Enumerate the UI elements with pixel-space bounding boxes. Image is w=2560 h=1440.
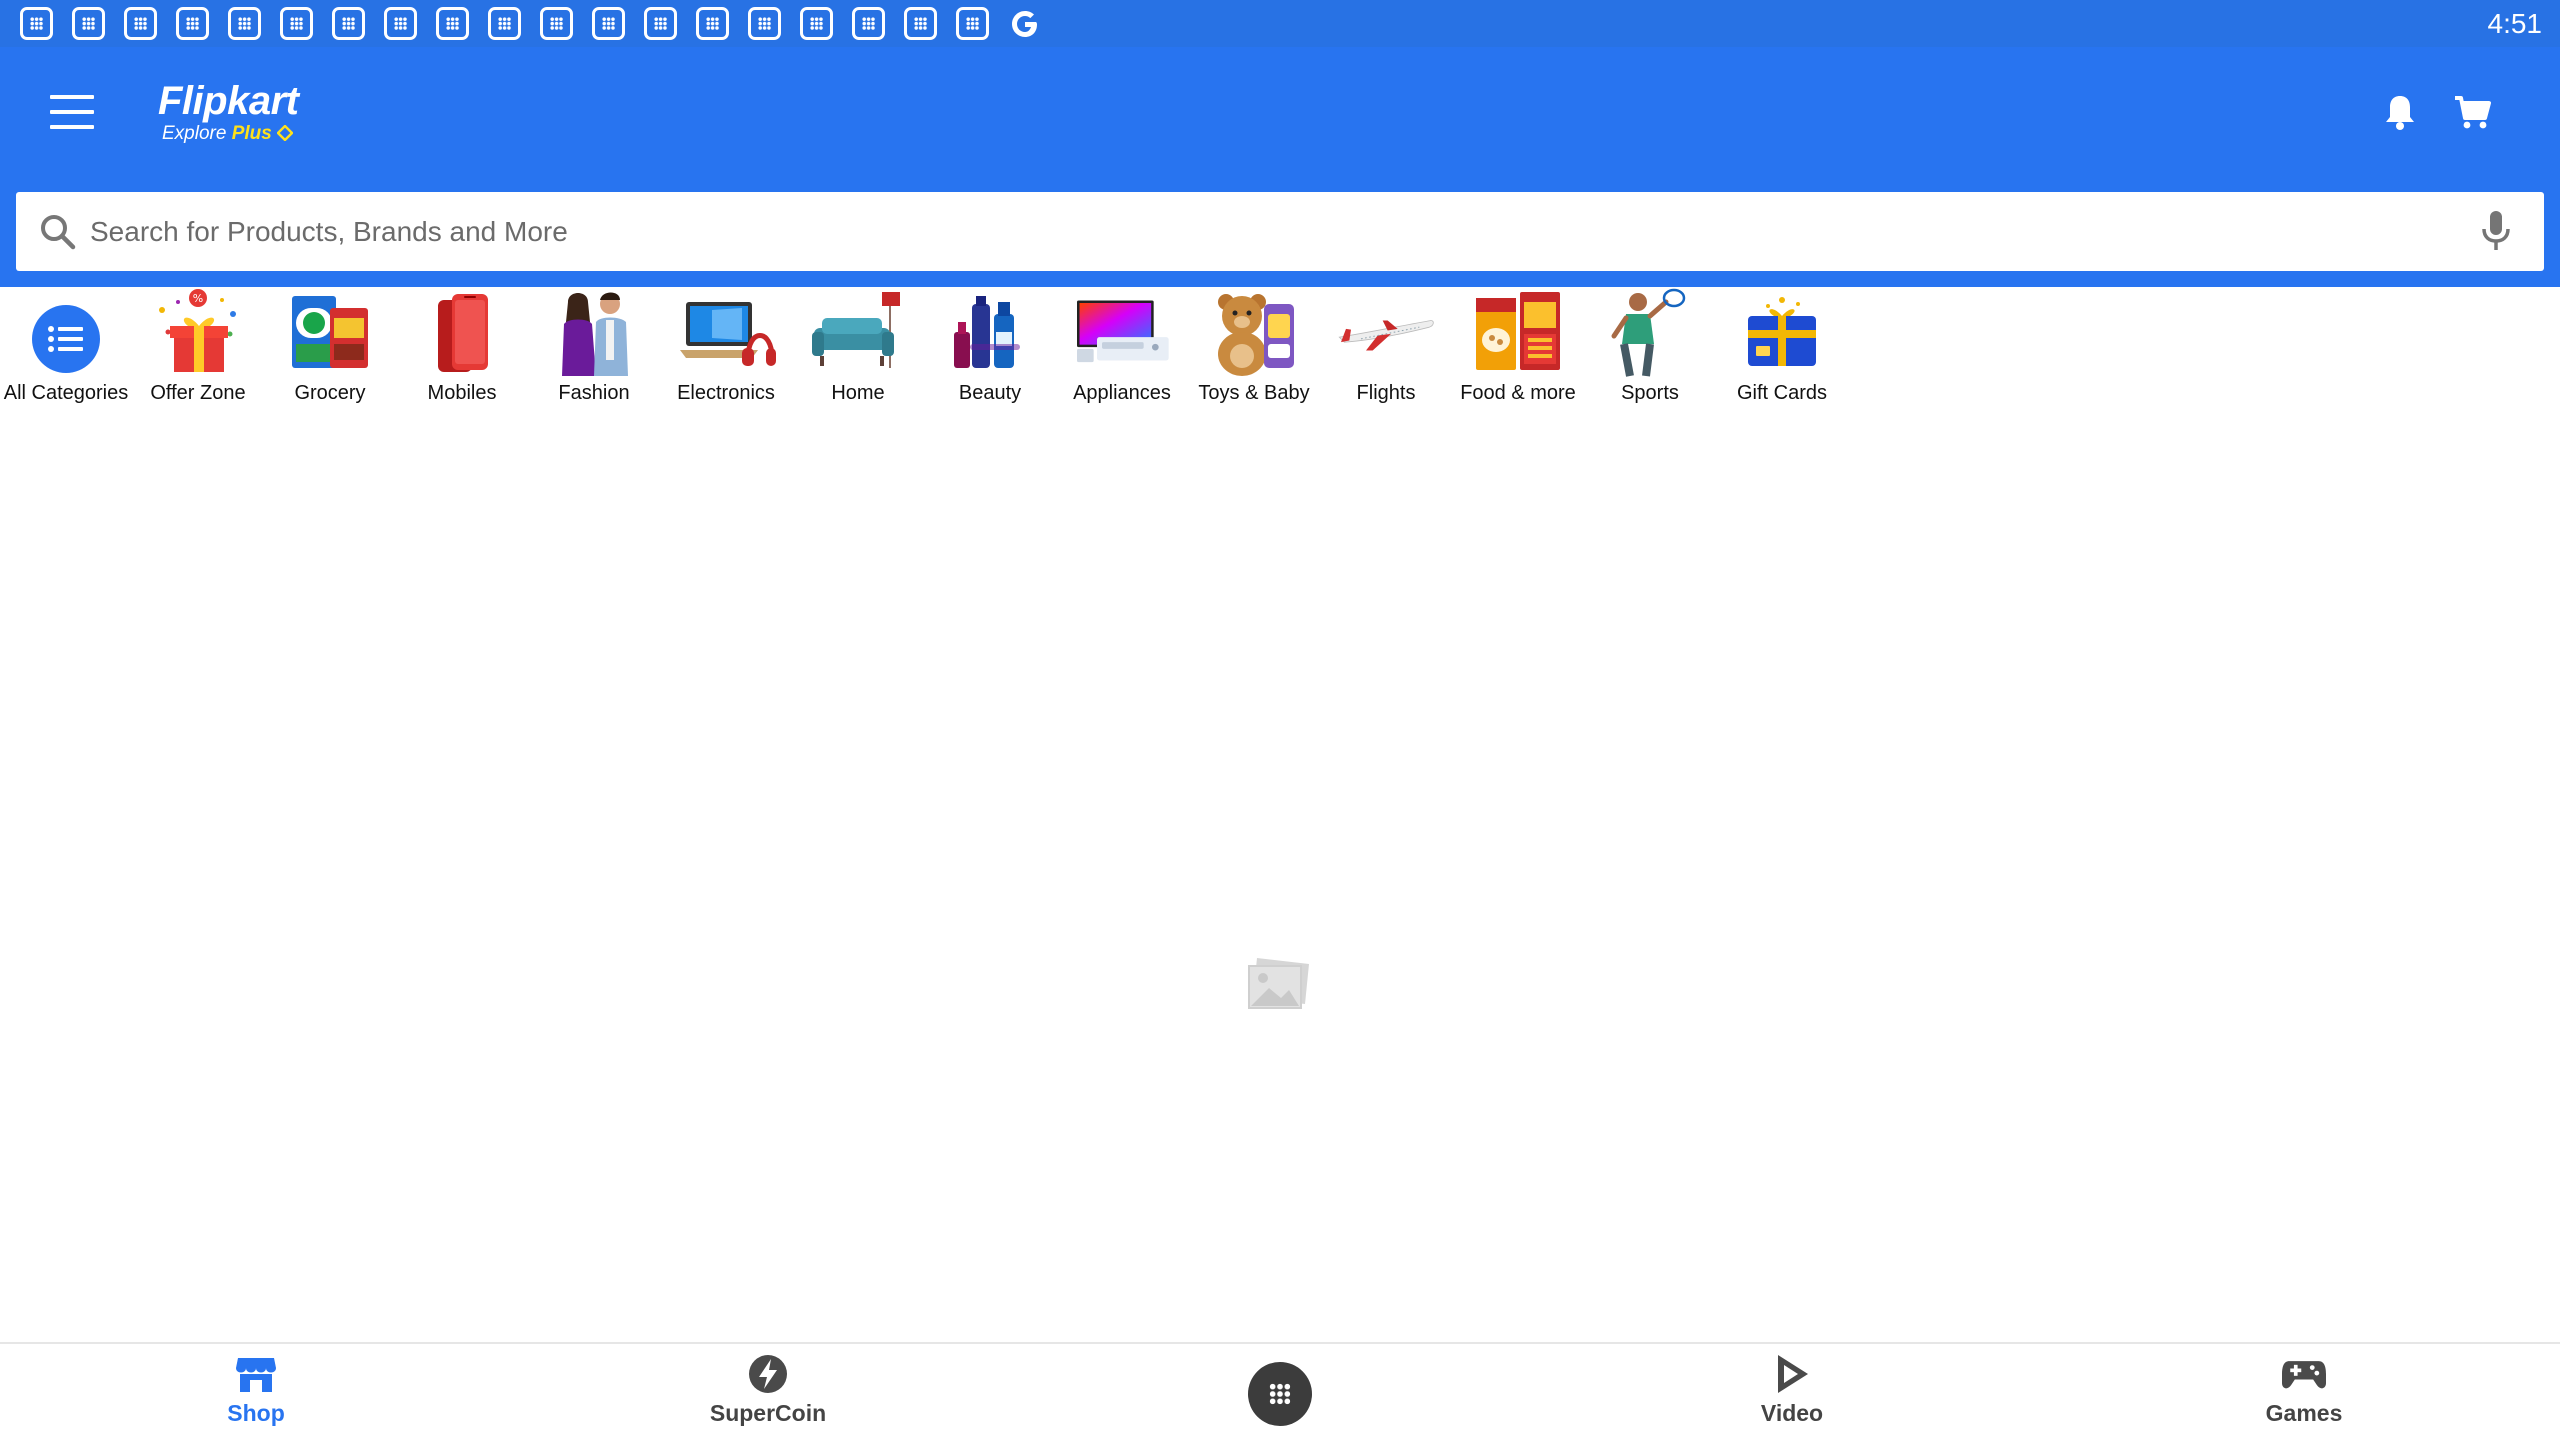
app-notification-icon [280, 7, 313, 40]
search-icon [41, 215, 76, 250]
category-appliances[interactable]: Appliances [1056, 288, 1188, 418]
app-notification-icon [176, 7, 209, 40]
bottom-navigation: Shop SuperCoin Video Games [0, 1342, 2560, 1440]
search-bar[interactable] [16, 192, 2544, 271]
teddy-bear-icon [1204, 288, 1304, 378]
sofa-icon [808, 288, 908, 378]
nav-shop[interactable]: Shop [156, 1354, 356, 1434]
category-fashion[interactable]: Fashion [528, 288, 660, 418]
category-flights[interactable]: Flights [1320, 288, 1452, 418]
app-notification-icon [228, 7, 261, 40]
search-input[interactable] [90, 192, 2430, 271]
category-sports[interactable]: Sports [1584, 288, 1716, 418]
food-packs-icon [1468, 288, 1568, 378]
nav-games[interactable]: Games [2204, 1354, 2404, 1434]
shop-icon [234, 1354, 278, 1394]
app-drawer-icon[interactable] [1248, 1362, 1312, 1426]
notification-bell-icon[interactable] [2382, 92, 2418, 132]
brand-name: Flipkart [158, 79, 299, 123]
nav-label: Games [2265, 1400, 2343, 1426]
category-label: Fashion [558, 382, 630, 404]
app-notification-icon [592, 7, 625, 40]
app-notification-icon [488, 7, 521, 40]
app-notification-icon [852, 7, 885, 40]
category-label: Home [831, 382, 885, 404]
google-g-icon [1008, 7, 1041, 40]
app-notification-icon [332, 7, 365, 40]
category-label: Appliances [1073, 382, 1171, 404]
category-food-more[interactable]: Food & more [1452, 288, 1584, 418]
nav-label: Shop [227, 1400, 285, 1426]
badminton-player-icon [1600, 288, 1700, 378]
category-label: Electronics [677, 382, 775, 404]
fashion-models-icon [544, 288, 644, 378]
grocery-icon [280, 288, 380, 378]
shopping-cart-icon[interactable] [2452, 92, 2492, 132]
nav-label: SuperCoin [709, 1400, 827, 1426]
brand-tagline-plus: Plus [231, 123, 272, 144]
app-notification-icon [644, 7, 677, 40]
app-notification-icon [904, 7, 937, 40]
nav-label: Video [1760, 1400, 1824, 1426]
app-notification-icon [20, 7, 53, 40]
tv-appliance-icon [1072, 288, 1172, 378]
app-notification-icon [384, 7, 417, 40]
category-toys-baby[interactable]: Toys & Baby [1188, 288, 1320, 418]
app-notification-icon [72, 7, 105, 40]
category-electronics[interactable]: Electronics [660, 288, 792, 418]
category-label: All Categories [3, 382, 129, 404]
category-label: Offer Zone [150, 382, 246, 404]
app-notification-icon [956, 7, 989, 40]
laptop-headphones-icon [676, 288, 776, 378]
category-label: Toys & Baby [1198, 382, 1310, 404]
category-grocery[interactable]: Grocery [264, 288, 396, 418]
app-header: Flipkart Explore Plus [0, 47, 2560, 287]
notification-icons [20, 7, 1041, 40]
brand-tagline: Explore Plus [162, 123, 298, 145]
app-notification-icon [124, 7, 157, 40]
microphone-icon[interactable] [2478, 209, 2514, 253]
category-label: Food & more [1460, 382, 1576, 404]
nav-video[interactable]: Video [1692, 1354, 1892, 1434]
category-mobiles[interactable]: Mobiles [396, 288, 528, 418]
hamburger-menu-icon[interactable] [50, 95, 94, 129]
app-notification-icon [436, 7, 469, 40]
category-label: Sports [1621, 382, 1679, 404]
category-offer-zone[interactable]: % Offer Zone [132, 288, 264, 418]
video-play-icon [1770, 1354, 1814, 1394]
category-label: Grocery [294, 382, 366, 404]
category-gift-cards[interactable]: Gift Cards [1716, 288, 1848, 418]
app-notification-icon [540, 7, 573, 40]
gift-card-icon [1732, 288, 1832, 378]
category-label: Beauty [958, 382, 1022, 404]
category-strip: All Categories % Offer Zone Grocery Mobi… [0, 288, 2560, 418]
airplane-icon [1336, 288, 1436, 378]
list-icon [16, 288, 116, 378]
main-content [0, 418, 2560, 1342]
plus-diamond-icon [276, 124, 294, 142]
category-label: Flights [1356, 382, 1416, 404]
brand-tagline-explore: Explore [162, 123, 227, 144]
image-placeholder-icon [1248, 958, 1309, 1009]
app-notification-icon [696, 7, 729, 40]
category-label: Mobiles [427, 382, 497, 404]
category-label: Gift Cards [1736, 382, 1828, 404]
cosmetics-icon [940, 288, 1040, 378]
app-notification-icon [748, 7, 781, 40]
gamepad-icon [2282, 1354, 2326, 1394]
flipkart-logo[interactable]: Flipkart Explore Plus [158, 79, 299, 145]
svg-text:%: % [193, 292, 203, 305]
category-home[interactable]: Home [792, 288, 924, 418]
category-beauty[interactable]: Beauty [924, 288, 1056, 418]
gift-box-icon: % [148, 288, 248, 378]
supercoin-icon [746, 1354, 790, 1394]
nav-supercoin[interactable]: SuperCoin [668, 1354, 868, 1434]
status-bar: 4:51 [0, 0, 2560, 47]
mobile-phone-icon [412, 288, 512, 378]
category-all-categories[interactable]: All Categories [0, 288, 132, 418]
app-notification-icon [800, 7, 833, 40]
status-clock: 4:51 [2487, 8, 2543, 39]
